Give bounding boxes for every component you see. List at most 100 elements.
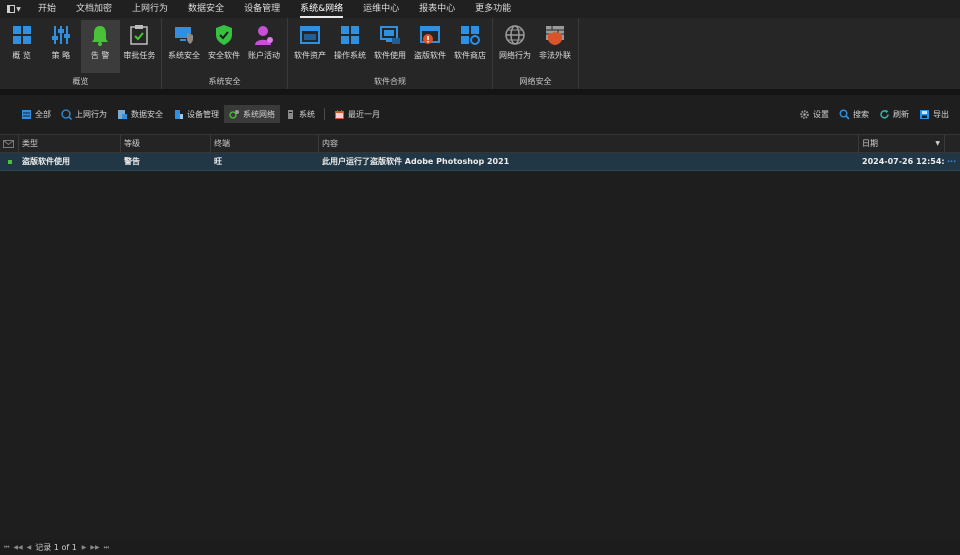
filter-system-label: 系统 <box>299 109 315 119</box>
menu-item-device-management[interactable]: 设备管理 <box>234 0 290 18</box>
column-header-date[interactable]: 日期 ▼ <box>859 135 945 153</box>
network-behavior-label: 网络行为 <box>499 51 531 60</box>
system-security-label: 系统安全 <box>168 51 200 60</box>
pirated-software-button[interactable]: 盗版软件 <box>410 20 450 73</box>
column-header-type[interactable]: 类型 <box>19 135 121 153</box>
date-range-button[interactable]: 最近一月 <box>329 105 385 123</box>
system-icon <box>288 109 293 119</box>
software-store-button[interactable]: 软件商店 <box>450 20 490 73</box>
toolbar-divider <box>324 108 325 120</box>
operating-system-icon <box>341 26 359 44</box>
device-management-icon <box>175 109 183 119</box>
software-store-icon <box>461 26 480 45</box>
approval-task-button[interactable]: 审批任务 <box>120 20 159 73</box>
menu-item-report-center[interactable]: 报表中心 <box>409 0 465 18</box>
menu-item-data-security[interactable]: 数据安全 <box>178 0 234 18</box>
last-page-icon[interactable]: ⏭ <box>104 544 109 552</box>
filter-system-network-button[interactable]: 系统网络 <box>224 105 280 123</box>
menu-item-web-behavior[interactable]: 上网行为 <box>122 0 178 18</box>
data-security-icon <box>118 109 127 119</box>
cell-date: 2024-07-26 12:54:07 <box>862 157 945 166</box>
ribbon-group-label-system-security: 系统安全 <box>208 77 241 86</box>
header-select-all[interactable] <box>0 135 19 153</box>
approval-task-icon <box>130 25 149 45</box>
alert-bell-icon <box>92 26 109 46</box>
all-list-icon <box>22 109 31 119</box>
alert-label: 告 警 <box>90 51 110 60</box>
export-label: 导出 <box>933 109 949 119</box>
filter-system-network-label: 系统网络 <box>243 109 275 119</box>
chevron-down-icon: ▼ <box>16 5 21 13</box>
table-row[interactable]: 盗版软件使用 警告 旺 此用户运行了盗版软件 Adobe Photoshop 2… <box>0 153 960 171</box>
toolbar-actions: 设置 搜索 刷新 导出 <box>794 105 954 123</box>
settings-button[interactable]: 设置 <box>794 105 834 123</box>
prev-page-fast-icon[interactable]: ◀◀ <box>13 544 22 551</box>
software-usage-icon <box>380 26 400 44</box>
ribbon-group-software-compliance: 软件资产 操作系统 软件使用 盗版软件 软件商店 软件合规 <box>288 18 493 89</box>
web-behavior-icon <box>61 108 72 120</box>
cell-content: 此用户运行了盗版软件 Adobe Photoshop 2021 <box>322 157 510 166</box>
software-assets-button[interactable]: 软件资产 <box>290 20 330 73</box>
ribbon-group-system-security: 系统安全 安全软件 账户活动 系统安全 <box>162 18 288 89</box>
column-header-date-label: 日期 <box>862 139 878 148</box>
row-status-indicator <box>0 153 19 170</box>
prev-page-icon[interactable]: ◀ <box>27 544 32 551</box>
account-activity-button[interactable]: 账户活动 <box>244 20 284 73</box>
sort-desc-icon: ▼ <box>935 140 940 147</box>
cell-level: 警告 <box>124 157 140 166</box>
pirated-software-icon <box>420 26 440 44</box>
search-button[interactable]: 搜索 <box>834 105 874 123</box>
column-header-content[interactable]: 内容 <box>319 135 859 153</box>
overview-label: 概 览 <box>12 51 31 60</box>
menu-item-more[interactable]: 更多功能 <box>465 0 521 18</box>
filter-system-button[interactable]: 系统 <box>280 105 320 123</box>
system-security-button[interactable]: 系统安全 <box>164 20 204 73</box>
network-behavior-button[interactable]: 网络行为 <box>495 20 535 73</box>
ribbon-group-label-network-security: 网络安全 <box>519 77 552 86</box>
menu-item-ops-center[interactable]: 运维中心 <box>353 0 409 18</box>
menu-item-doc-encryption[interactable]: 文档加密 <box>66 0 122 18</box>
software-assets-label: 软件资产 <box>294 51 326 60</box>
refresh-label: 刷新 <box>893 109 909 119</box>
policy-button[interactable]: 策 略 <box>41 20 80 73</box>
next-page-fast-icon[interactable]: ▶▶ <box>90 544 99 551</box>
filter-device-management-label: 设备管理 <box>187 109 219 119</box>
app-menu-button[interactable]: ▼ <box>0 0 28 18</box>
pirated-software-label: 盗版软件 <box>414 51 446 60</box>
gear-icon <box>800 109 809 119</box>
filter-data-security-label: 数据安全 <box>131 109 163 119</box>
filter-web-behavior-button[interactable]: 上网行为 <box>56 105 112 123</box>
status-bar: ⏮ ◀◀ ◀ 记录 1 of 1 ▶ ▶▶ ⏭ <box>0 540 960 555</box>
filter-device-management-button[interactable]: 设备管理 <box>168 105 224 123</box>
column-header-terminal[interactable]: 终端 <box>211 135 319 153</box>
first-page-icon[interactable]: ⏮ <box>4 544 9 552</box>
overview-button[interactable]: 概 览 <box>2 20 41 73</box>
security-software-label: 安全软件 <box>208 51 240 60</box>
software-usage-button[interactable]: 软件使用 <box>370 20 410 73</box>
menu-item-start[interactable]: 开始 <box>28 0 66 18</box>
refresh-button[interactable]: 刷新 <box>874 105 914 123</box>
menu-item-system-network[interactable]: 系统&网络 <box>290 0 353 18</box>
security-software-icon <box>216 25 232 45</box>
next-page-icon[interactable]: ▶ <box>82 544 87 551</box>
operating-system-button[interactable]: 操作系统 <box>330 20 370 73</box>
column-header-extra <box>945 135 960 153</box>
row-more-button[interactable]: ··· <box>945 153 960 170</box>
cell-type: 盗版软件使用 <box>22 157 70 166</box>
filter-data-security-button[interactable]: 数据安全 <box>112 105 168 123</box>
ribbon-group-label-software-compliance: 软件合规 <box>374 77 406 86</box>
cell-terminal: 旺 <box>214 157 222 166</box>
software-store-label: 软件商店 <box>454 51 486 60</box>
software-usage-label: 软件使用 <box>374 51 406 60</box>
export-icon <box>920 109 929 119</box>
illegal-outbound-button[interactable]: 非法外联 <box>535 20 575 73</box>
filter-web-behavior-label: 上网行为 <box>75 109 107 119</box>
filter-all-button[interactable]: 全部 <box>16 105 56 123</box>
security-software-button[interactable]: 安全软件 <box>204 20 244 73</box>
table-header: 类型 等级 终端 内容 日期 ▼ <box>0 134 960 153</box>
column-header-level[interactable]: 等级 <box>121 135 211 153</box>
filter-toolbar: 全部 上网行为 数据安全 设备管理 系统网络 系统 最近一月 设置 搜索 刷新 … <box>0 95 960 133</box>
alert-button[interactable]: 告 警 <box>80 20 120 73</box>
export-button[interactable]: 导出 <box>914 105 954 123</box>
ribbon-group-label-overview: 概览 <box>72 77 89 86</box>
